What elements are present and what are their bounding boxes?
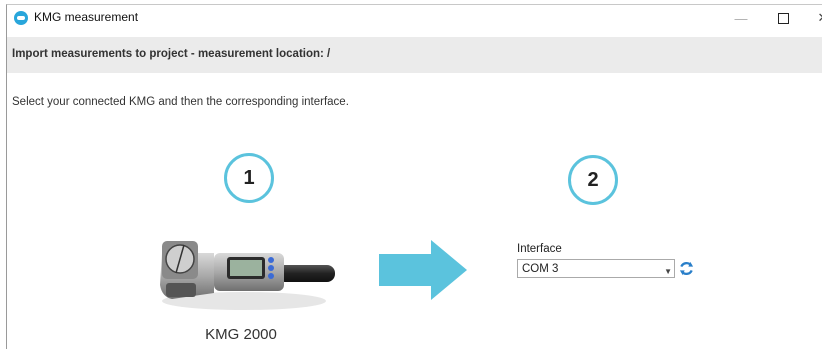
interface-label: Interface bbox=[517, 243, 562, 255]
step-1-badge: 1 bbox=[224, 153, 274, 203]
device-name-label: KMG 2000 bbox=[205, 326, 277, 343]
arrow-right-icon bbox=[379, 240, 467, 300]
page-title: Import measurements to project - measure… bbox=[12, 48, 331, 60]
title-bar: KMG measurement — ✕ bbox=[7, 5, 822, 31]
maximize-icon bbox=[777, 12, 789, 24]
interface-selected-value: COM 3 bbox=[522, 263, 559, 275]
step-2-badge: 2 bbox=[568, 155, 618, 205]
kmg-device-image[interactable] bbox=[152, 235, 342, 320]
instruction-text: Select your connected KMG and then the c… bbox=[12, 96, 349, 108]
chevron-down-icon[interactable]: ▼ bbox=[664, 267, 672, 276]
header-band: Import measurements to project - measure… bbox=[7, 37, 822, 73]
window-title: KMG measurement bbox=[34, 10, 139, 24]
maximize-button[interactable] bbox=[763, 5, 803, 31]
app-icon bbox=[14, 11, 28, 25]
interface-select[interactable]: COM 3 ▼ bbox=[517, 259, 675, 278]
close-button[interactable]: ✕ bbox=[803, 5, 822, 31]
refresh-icon[interactable] bbox=[678, 260, 695, 277]
minimize-button[interactable]: — bbox=[721, 5, 761, 31]
kmg-measurement-window: KMG measurement — ✕ Import measurements … bbox=[6, 4, 822, 349]
